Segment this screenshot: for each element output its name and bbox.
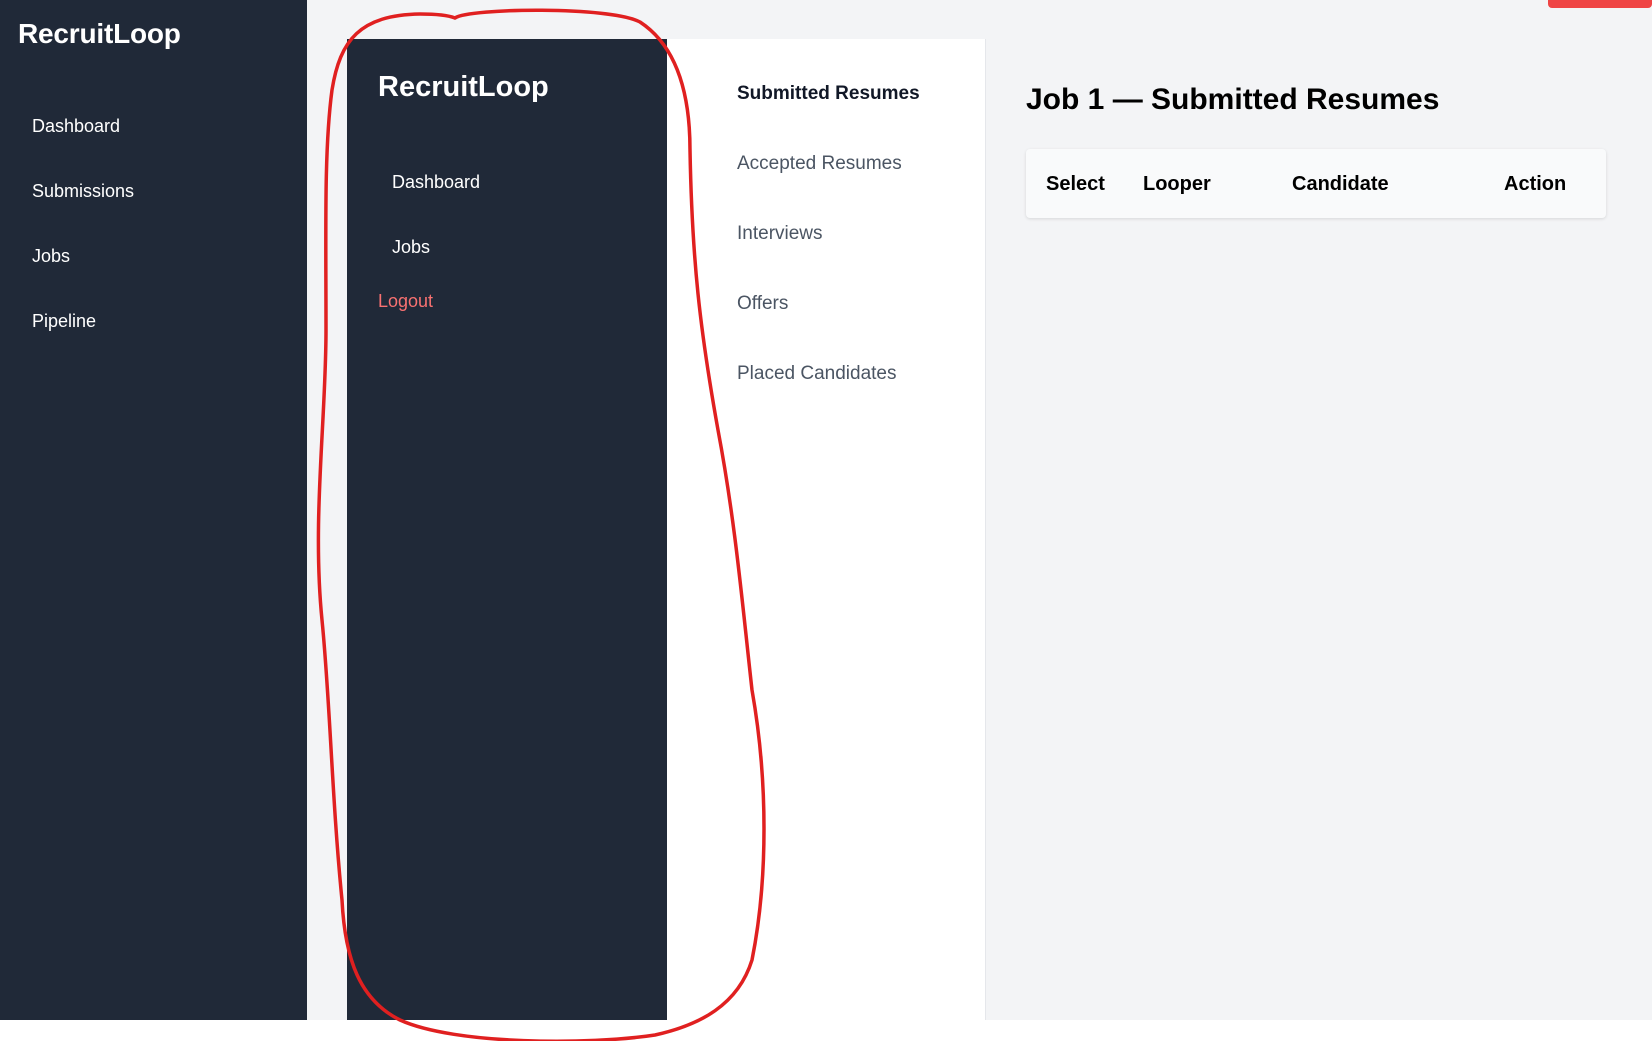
column-header-select[interactable]: Select (1046, 173, 1105, 196)
tab-placed-candidates[interactable]: Placed Candidates (737, 363, 897, 385)
resume-tabs-panel: Submitted Resumes Accepted Resumes Inter… (667, 39, 986, 1020)
inner-brand-logo[interactable]: RecruitLoop (378, 71, 549, 104)
inner-nav-jobs[interactable]: Jobs (392, 237, 430, 258)
inner-logout-link[interactable]: Logout (378, 291, 433, 312)
inner-nav-dashboard[interactable]: Dashboard (392, 172, 480, 193)
column-header-looper[interactable]: Looper (1143, 173, 1211, 196)
tab-offers[interactable]: Offers (737, 293, 788, 315)
tab-submitted-resumes[interactable]: Submitted Resumes (737, 83, 920, 105)
outer-nav-pipeline[interactable]: Pipeline (32, 311, 96, 332)
page-title: Job 1 — Submitted Resumes (1026, 83, 1440, 116)
top-logout-button[interactable] (1548, 0, 1652, 8)
main-content: Job 1 — Submitted Resumes Select Looper … (986, 39, 1652, 1020)
outer-nav-submissions[interactable]: Submissions (32, 181, 134, 202)
tab-interviews[interactable]: Interviews (737, 223, 823, 245)
column-header-action[interactable]: Action (1504, 173, 1566, 196)
outer-sidebar: RecruitLoop Dashboard Submissions Jobs P… (0, 0, 307, 1020)
resumes-table-header: Select Looper Candidate Action (1026, 149, 1606, 218)
outer-brand-logo[interactable]: RecruitLoop (18, 18, 181, 50)
inner-sidebar: RecruitLoop Dashboard Jobs Logout (347, 39, 667, 1020)
outer-nav-dashboard[interactable]: Dashboard (32, 116, 120, 137)
tab-accepted-resumes[interactable]: Accepted Resumes (737, 153, 902, 175)
column-header-candidate[interactable]: Candidate (1292, 173, 1389, 196)
outer-nav-jobs[interactable]: Jobs (32, 246, 70, 267)
